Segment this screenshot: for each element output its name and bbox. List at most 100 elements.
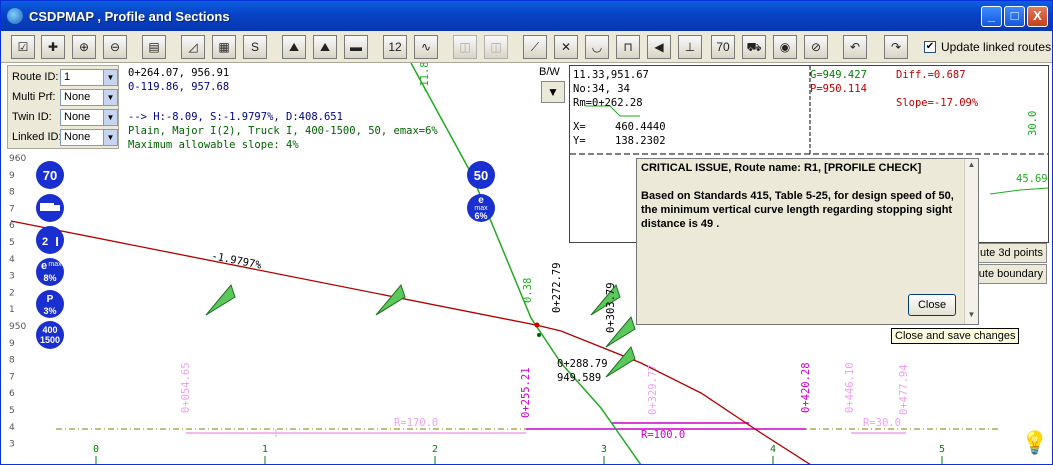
grid-button[interactable]: ▦ xyxy=(212,35,236,59)
road-icon-3: ▬ xyxy=(350,40,362,54)
road-icon-3-button[interactable]: ▬ xyxy=(344,35,368,59)
station-label-272: 0+272.79 xyxy=(551,262,563,313)
chart-icon: ∿ xyxy=(420,40,432,54)
chevron-down-icon[interactable]: ▼ xyxy=(103,70,117,85)
close-window-button[interactable]: X xyxy=(1027,6,1048,27)
elevation-diff: Diff.=0.687 xyxy=(896,69,966,81)
x-label: X= xyxy=(573,121,586,133)
truck-icon: ⛟ xyxy=(746,40,762,54)
svg-text:max: max xyxy=(48,261,62,268)
eye-icon: ◉ xyxy=(779,40,791,54)
grid-icon: ▦ xyxy=(218,40,230,54)
y-tick-label: 9 xyxy=(9,339,15,349)
y-tick-label: 5 xyxy=(9,238,15,248)
crest-button[interactable]: ⊓ xyxy=(616,35,640,59)
road-icon-1-button[interactable]: ⛰ xyxy=(282,35,306,59)
slope-button[interactable]: ⟋ xyxy=(523,35,547,59)
x-tick-label: 0 xyxy=(93,444,99,455)
y-tick-label: 7 xyxy=(9,372,15,382)
scroll-up-icon[interactable]: ▲ xyxy=(966,160,977,173)
chevron-down-icon[interactable]: ▼ xyxy=(103,110,117,125)
slope-label: -1.9797% xyxy=(210,250,263,272)
checklist-icon: ☑ xyxy=(17,40,29,54)
disabled-icon-2-button[interactable]: ◫ xyxy=(484,35,508,59)
road-icon-2: ⛰ xyxy=(319,40,331,54)
no-pass-button[interactable]: ⊘ xyxy=(804,35,828,59)
range-sign: 400 1500 xyxy=(36,321,64,349)
twelve-icon: 12 xyxy=(388,40,402,54)
dialog-message: Based on Standards 415, Table 5-25, for … xyxy=(641,190,954,230)
svg-text:6%: 6% xyxy=(474,211,487,221)
update-linked-routes-checkbox[interactable]: ✔ xyxy=(924,41,936,53)
redo-button[interactable]: ↷ xyxy=(884,35,908,59)
multi-prf-select[interactable]: None ▼ xyxy=(60,89,118,106)
bw-label: B/W xyxy=(539,66,560,78)
title-bar[interactable]: CSDPMAP , Profile and Sections _ □ X xyxy=(1,1,1052,31)
undo-button[interactable]: ↶ xyxy=(843,35,867,59)
curve-r100-label: R=100.0 xyxy=(641,429,685,441)
dialog-scrollbar[interactable]: ▲ ▼ xyxy=(964,159,978,324)
minimize-button[interactable]: _ xyxy=(981,6,1002,27)
station-label-446: 0+446.10 xyxy=(844,362,856,413)
critical-issue-dialog: CRITICAL ISSUE, Route name: R1, [PROFILE… xyxy=(636,158,979,325)
tree-icon xyxy=(605,345,636,378)
svg-text:50: 50 xyxy=(474,168,488,183)
x-tick-label: 2 xyxy=(432,444,438,455)
eye-button[interactable]: ◉ xyxy=(773,35,797,59)
y-tick-label: 6 xyxy=(9,389,15,399)
truck-button[interactable]: ⛟ xyxy=(742,35,766,59)
x-mark-button[interactable]: ✕ xyxy=(554,35,578,59)
section-value-45: 45.69 xyxy=(1016,173,1048,185)
svg-text:1500: 1500 xyxy=(40,335,60,345)
y-tick-label: 1 xyxy=(9,305,15,315)
design-criteria: Plain, Major I(2), Truck I, 400-1500, 50… xyxy=(128,125,438,137)
chevron-down-icon[interactable]: ▼ xyxy=(103,130,117,145)
zoom-in-button[interactable]: ⊕ xyxy=(72,35,96,59)
section-rm: Rm=0+262.28 xyxy=(573,97,643,109)
no-pass-icon: ⊘ xyxy=(810,40,822,54)
close-tooltip: Close and save changes xyxy=(891,328,1020,344)
update-linked-routes-label[interactable]: Update linked routes xyxy=(941,40,1051,54)
ground-value-038: 0.38 xyxy=(522,278,534,303)
station-label-477: 0+477.94 xyxy=(898,364,910,415)
profile-edit-button[interactable]: ⊥ xyxy=(678,35,702,59)
scroll-down-icon[interactable]: ▼ xyxy=(966,310,977,323)
svg-text:70: 70 xyxy=(43,168,57,183)
svg-text:3%: 3% xyxy=(43,306,56,316)
sag-button[interactable]: ◡ xyxy=(585,35,609,59)
svg-text:8%: 8% xyxy=(43,273,56,283)
profile-button[interactable]: ▤ xyxy=(142,35,166,59)
twin-id-select[interactable]: None ▼ xyxy=(60,109,118,126)
dialog-close-button[interactable]: Close xyxy=(908,294,956,316)
disabled-icon-1-button[interactable]: ◫ xyxy=(453,35,477,59)
section-value-30: 30.0 xyxy=(1027,110,1039,136)
zoom-out-button[interactable]: ⊖ xyxy=(103,35,127,59)
profile-canvas[interactable]: 960 9 8 7 6 5 4 3 2 1 950 9 8 7 6 5 4 3 0 1 2 3 4 5 0+054.65 0… xyxy=(1,63,1052,464)
x-tick-label: 5 xyxy=(939,444,945,455)
compute-boundary-button[interactable]: ute boundary xyxy=(977,264,1047,284)
linked-id-select[interactable]: None ▼ xyxy=(60,129,118,146)
max-slope-info: Maximum allowable slope: 4% xyxy=(128,139,299,151)
pvi-point[interactable] xyxy=(534,322,540,328)
twelve-button[interactable]: 12 xyxy=(383,35,407,59)
chevron-down-icon[interactable]: ▼ xyxy=(103,90,117,105)
sag-icon: ◡ xyxy=(591,40,603,54)
checklist-button[interactable]: ☑ xyxy=(11,35,35,59)
maximize-button[interactable]: □ xyxy=(1004,6,1025,27)
y-tick-label: 4 xyxy=(9,423,15,433)
edit-profile-button[interactable]: ◿ xyxy=(181,35,205,59)
route-id-select[interactable]: 1 ▼ xyxy=(60,69,118,86)
compute-3d-points-button[interactable]: ute 3d points xyxy=(977,243,1047,263)
pan-button[interactable]: ✚ xyxy=(41,35,65,59)
route-id-label: Route ID: xyxy=(12,71,59,83)
chart-button[interactable]: ∿ xyxy=(414,35,438,59)
trumpet-button[interactable]: ◀ xyxy=(647,35,671,59)
emax-sign-right: e max 6% xyxy=(467,194,495,222)
slope-icon: ⟋ xyxy=(530,40,540,54)
road-icon-2-button[interactable]: ⛰ xyxy=(313,35,337,59)
bw-toggle-button[interactable]: ▼ xyxy=(541,81,565,103)
s-button[interactable]: S xyxy=(243,35,267,59)
y-tick-label: 9 xyxy=(9,171,15,181)
speed-70-button[interactable]: 70 xyxy=(711,35,735,59)
lightbulb-icon[interactable]: 💡 xyxy=(1021,429,1048,459)
